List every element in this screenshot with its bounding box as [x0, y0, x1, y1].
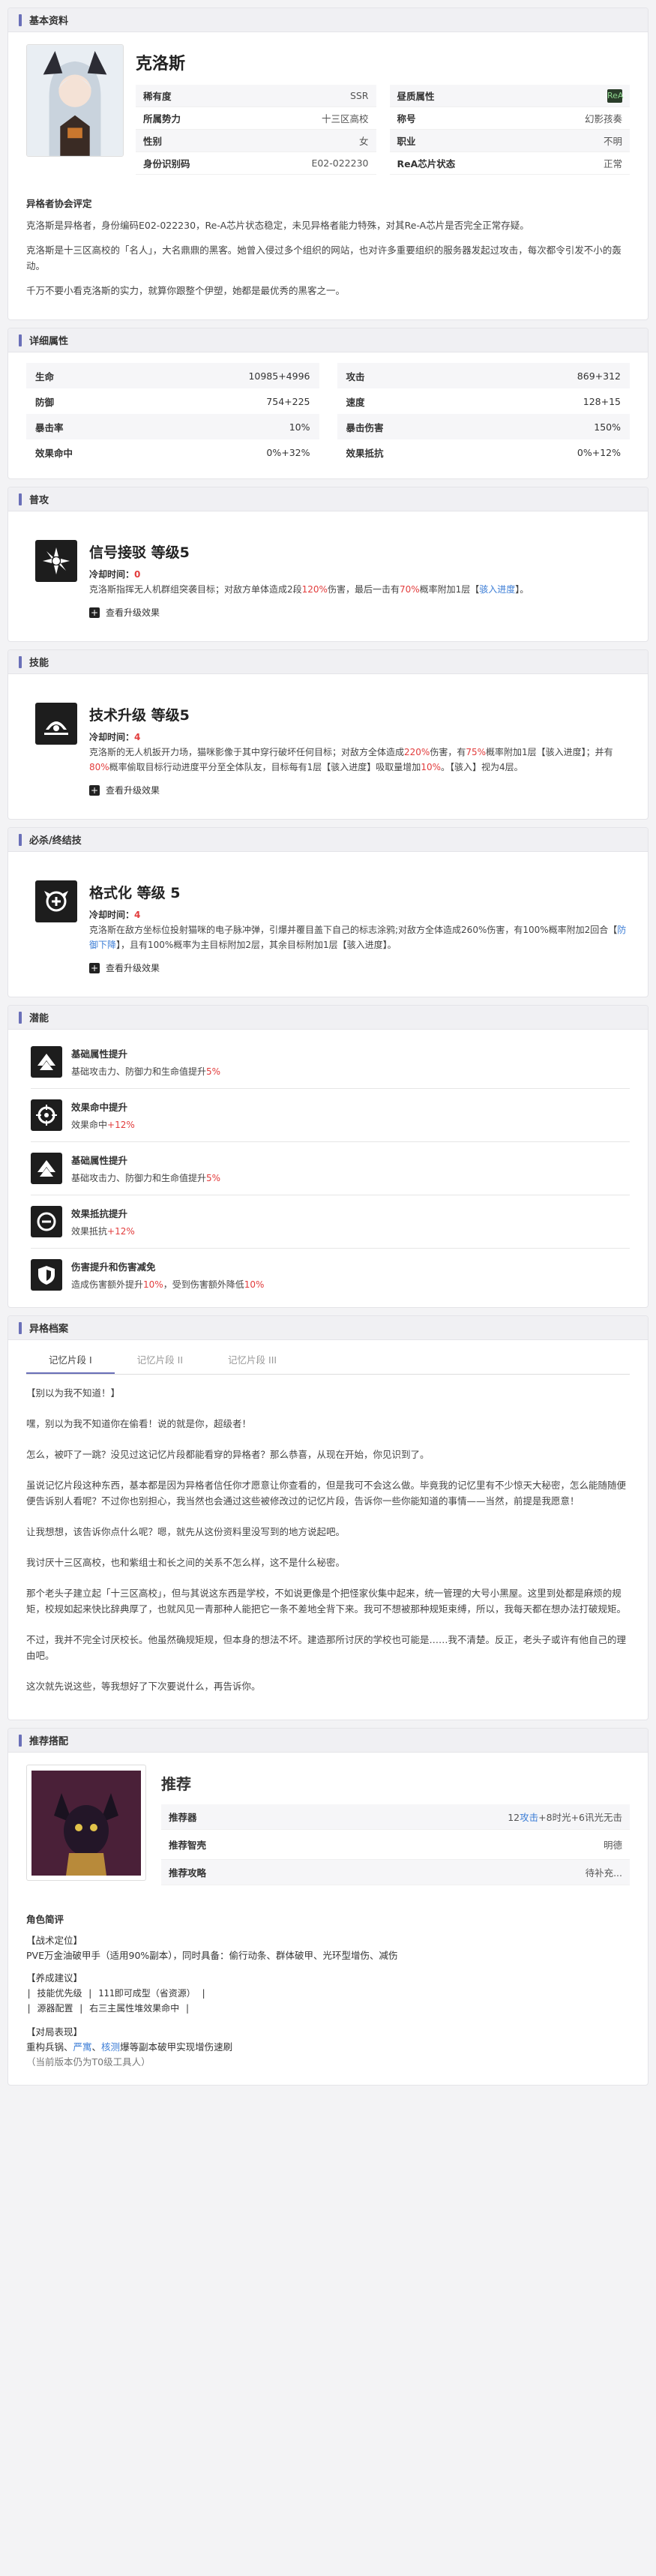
- chip-status-value: 正常: [603, 158, 622, 169]
- potential-panel: 潜能 基础属性提升 基础攻击力、防御力和生命值提升5% 效果命中提升 效果命中+12…: [7, 1005, 649, 1308]
- shield-icon: [31, 1259, 62, 1291]
- ultimate-header: 必杀/终结技: [29, 835, 82, 847]
- detail-stats-header: 详细属性: [29, 336, 69, 347]
- recommend-title: 推荐: [161, 1775, 191, 1793]
- stat-value: 0%+32%: [266, 446, 310, 458]
- faction-value: 十三区高校: [321, 113, 369, 124]
- recommend-header: 推荐搭配: [29, 1736, 69, 1747]
- evaluation-paragraph: 克洛斯是十三区高校的「名人」，大名鼎鼎的黑客。她曾入侵过多个组织的网站，也对许多…: [26, 244, 622, 271]
- arrow-up-icon: [31, 1153, 62, 1184]
- gender-value: 女: [358, 136, 369, 147]
- resist-icon: [31, 1206, 62, 1237]
- memory-story: 【别以为我不知道！】 嘿，别以为我不知道你在偷看！说的就是你，超级者！ 怎么，被…: [26, 1387, 627, 1692]
- stat-value: 0%+12%: [577, 446, 621, 458]
- cooldown-label: 冷却时间：: [89, 732, 135, 742]
- title-value: 幻影孩奏: [584, 113, 622, 124]
- faction-label: 所属势力: [143, 113, 181, 124]
- potential-item: 效果抵抗提升 效果抵抗+12%: [31, 1195, 630, 1249]
- evaluation-title: 异格者协会评定: [26, 198, 92, 209]
- memory-tabs: 记忆片段 I 记忆片段 II 记忆片段 III: [26, 1346, 630, 1375]
- skill-description: 克洛斯的无人机扳开力场，猫咪影像于其中穿行破坏任何目标；对敌方全体造成220%伤…: [89, 747, 613, 772]
- stat-value: 754+225: [266, 395, 310, 407]
- cooldown-value: 0: [134, 569, 141, 580]
- stat-value: 150%: [594, 421, 621, 433]
- attribute-label: 昼质属性: [397, 91, 435, 102]
- view-upgrade-button[interactable]: + 查看升级效果: [89, 606, 630, 619]
- stat-value: 10985+4996: [248, 370, 310, 382]
- detail-stats-panel: 详细属性 生命 10985+4996 防御 754+225 暴击率 10% 效果命中 0…: [7, 328, 649, 479]
- signal-skill-icon: [35, 540, 77, 582]
- stat-label: 速度: [346, 396, 365, 408]
- normal-attack-name: 信号接驳 等级5: [89, 544, 190, 561]
- potential-header: 潜能: [29, 1013, 49, 1024]
- potential-item: 基础属性提升 基础攻击力、防御力和生命值提升5%: [31, 1036, 630, 1089]
- potential-item: 基础属性提升 基础攻击力、防御力和生命值提升5%: [31, 1142, 630, 1195]
- arrow-up-icon: [31, 1046, 62, 1078]
- normal-attack-description: 克洛斯指挥无人机群组突袭目标；对敌方单体造成2段120%伤害，最后一击有70%概…: [89, 584, 529, 595]
- character-name: 克洛斯: [136, 55, 186, 73]
- cooldown-label: 冷却时间：: [89, 910, 135, 920]
- recommend-device-value: 12攻击+8时光+6讯光无击: [508, 1812, 622, 1823]
- ultimate-description: 克洛斯在敌方坐标位投射猫咪的电子脉冲弹，引爆并覆目盖下自己的标志涂鸦;对敌方全体…: [89, 925, 627, 950]
- plus-icon: +: [89, 607, 100, 618]
- potential-item: 效果命中提升 效果命中+12%: [31, 1089, 630, 1142]
- cooldown-label: 冷却时间：: [89, 569, 135, 580]
- id-code-label: 身份识别码: [143, 158, 190, 169]
- plus-icon: +: [89, 784, 100, 796]
- stat-value: 10%: [289, 421, 310, 433]
- stat-value: 869+312: [577, 370, 621, 382]
- stat-label: 暴击率: [35, 421, 64, 433]
- skill-name: 技术升级 等级5: [89, 707, 190, 724]
- id-code-value: E02-022230: [311, 157, 369, 169]
- format-skill-icon: [35, 880, 77, 922]
- tab-memory-2[interactable]: 记忆片段 II: [115, 1346, 205, 1374]
- normal-attack-header: 普攻: [29, 495, 49, 506]
- basic-info-panel: 基本资料 克洛斯 稀有度 SSR 所属势力 十三区高校 性别 女 身份识别码 E02-0…: [7, 7, 649, 320]
- character-portrait: [26, 44, 124, 157]
- plus-icon: +: [89, 962, 100, 973]
- gender-label: 性别: [143, 136, 163, 147]
- archive-header: 异格档案: [29, 1324, 69, 1335]
- stat-label: 防御: [35, 396, 55, 408]
- cooldown-value: 4: [134, 732, 141, 742]
- recommend-image: [26, 1765, 146, 1881]
- archive-panel: 异格档案 记忆片段 I 记忆片段 II 记忆片段 III 【别以为我不知道！】 …: [7, 1315, 649, 1720]
- recommend-panel: 推荐搭配 推荐 推荐器 12攻击+8时光+6讯光无击 推荐智壳 明德 推荐攻略 待补充…: [7, 1728, 649, 2086]
- skill-panel: 技能 技术升级 等级5 冷却时间：4 克洛斯的无人机扳开力场，猫咪影像于其中穿行…: [7, 649, 649, 820]
- evaluation-paragraph: 克洛斯是异格者，身份编码E02-022230，Re-A芯片状态稳定，未见异格者能…: [26, 220, 529, 231]
- basic-info-header: 基本资料: [8, 8, 648, 32]
- stat-label: 攻击: [346, 370, 365, 382]
- stat-label: 效果命中: [35, 447, 73, 459]
- cooldown-value: 4: [134, 910, 141, 920]
- ultimate-panel: 必杀/终结技 格式化 等级 5 冷却时间：4 克洛斯在敌方坐标位投射猫咪的电子脉…: [7, 827, 649, 997]
- rarity-value: SSR: [349, 90, 369, 101]
- tech-upgrade-icon: [35, 703, 77, 745]
- stat-label: 生命: [35, 370, 55, 382]
- chip-status-label: ReA芯片状态: [397, 158, 456, 169]
- target-icon: [31, 1099, 62, 1131]
- class-label: 职业: [397, 136, 416, 147]
- view-upgrade-button[interactable]: + 查看升级效果: [89, 784, 630, 796]
- tab-memory-3[interactable]: 记忆片段 III: [205, 1346, 299, 1374]
- potential-item: 伤害提升和伤害减免 造成伤害额外提升10%，受到伤害额外降低10%: [31, 1249, 630, 1301]
- stat-label: 暴击伤害: [346, 421, 384, 433]
- evaluation-paragraph: 千万不要小看克洛斯的实力，就算你跟整个伊塑，她都是最优秀的黑客之一。: [26, 285, 346, 296]
- class-value: 不明: [603, 136, 622, 147]
- role-review: 角色简评 【战术定位】 PVE万金油破甲手（适用90%副本），同时具备：偷行动条…: [26, 1914, 398, 2068]
- normal-attack-panel: 普攻 信号接驳 等级5 冷却时间：0 克洛斯指挥无人机群组突袭目标；对敌方单体造…: [7, 487, 649, 642]
- ultimate-name: 格式化 等级 5: [89, 885, 181, 901]
- attribute-icon: ReA: [607, 88, 623, 103]
- stat-value: 128+15: [583, 395, 621, 407]
- stat-label: 效果抵抗: [346, 447, 384, 459]
- skill-header: 技能: [29, 658, 49, 669]
- rarity-label: 稀有度: [143, 91, 172, 102]
- view-upgrade-button[interactable]: + 查看升级效果: [89, 961, 630, 974]
- title-label: 称号: [397, 113, 416, 124]
- tab-memory-1[interactable]: 记忆片段 I: [26, 1346, 115, 1374]
